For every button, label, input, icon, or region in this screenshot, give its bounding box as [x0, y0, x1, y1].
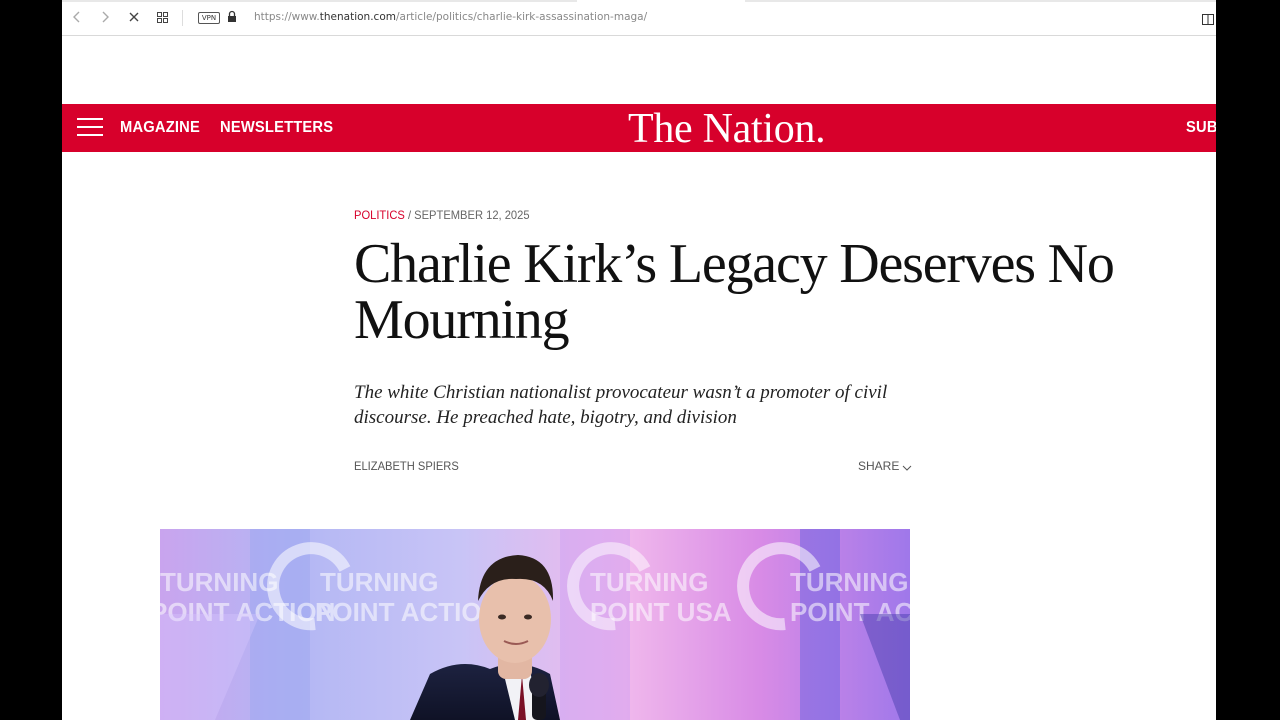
article-dek: The white Christian nationalist provocat…: [354, 382, 888, 428]
backdrop-text: TURNING: [590, 567, 708, 597]
nav-magazine[interactable]: MAGAZINE: [120, 119, 200, 137]
reader-mode-icon[interactable]: [1202, 12, 1214, 25]
hero-image: TURNING POINT ACTION TURNING POINT ACTIO…: [160, 529, 910, 720]
browser-viewport: VPN https://www.thenation.com/article/po…: [62, 0, 1216, 720]
author-byline[interactable]: ELIZABETH SPIERS: [354, 459, 459, 473]
browser-toolbar: VPN https://www.thenation.com/article/po…: [62, 0, 1216, 36]
vpn-badge[interactable]: VPN: [198, 12, 220, 24]
article-meta: POLITICS / SEPTEMBER 12, 2025: [354, 208, 530, 222]
nav-newsletters[interactable]: NEWSLETTERS: [220, 119, 333, 137]
subscribe-link[interactable]: SUB: [1186, 119, 1216, 137]
share-label: SHARE: [858, 459, 900, 473]
menu-icon[interactable]: [77, 118, 103, 138]
tab-strip: [62, 0, 1216, 2]
section-link[interactable]: POLITICS: [354, 208, 405, 222]
backdrop-text: TURNING: [160, 567, 278, 597]
share-button[interactable]: SHARE: [858, 459, 912, 474]
toolbar-divider: [182, 10, 183, 26]
tabs-grid-icon[interactable]: [155, 9, 171, 25]
site-logo[interactable]: The Nation.: [628, 107, 826, 151]
backdrop-text: POINT USA: [590, 597, 732, 627]
publish-date: SEPTEMBER 12, 2025: [414, 208, 530, 222]
back-icon[interactable]: [69, 9, 85, 25]
site-header: MAGAZINE NEWSLETTERS The Nation. SUB: [62, 104, 1216, 152]
article-headline: Charlie Kirk’s Legacy Deserves No Mourni…: [354, 233, 1115, 351]
url-domain: thenation.com: [319, 11, 396, 23]
url-path: /article/politics/charlie-kirk-assassina…: [395, 11, 648, 23]
meta-separator: /: [404, 208, 415, 222]
forward-icon[interactable]: [97, 9, 113, 25]
url-prefix: https://www.: [254, 11, 320, 23]
backdrop-text: TURNING: [320, 567, 438, 597]
chevron-down-icon: [902, 460, 912, 474]
backdrop-text: POINT ACTION: [315, 597, 500, 627]
backdrop-text: TURNING: [790, 567, 908, 597]
address-bar[interactable]: https://www.thenation.com/article/politi…: [254, 11, 647, 23]
stop-loading-icon[interactable]: [126, 9, 142, 25]
lock-icon[interactable]: [225, 9, 241, 25]
active-tab[interactable]: [577, 0, 745, 2]
